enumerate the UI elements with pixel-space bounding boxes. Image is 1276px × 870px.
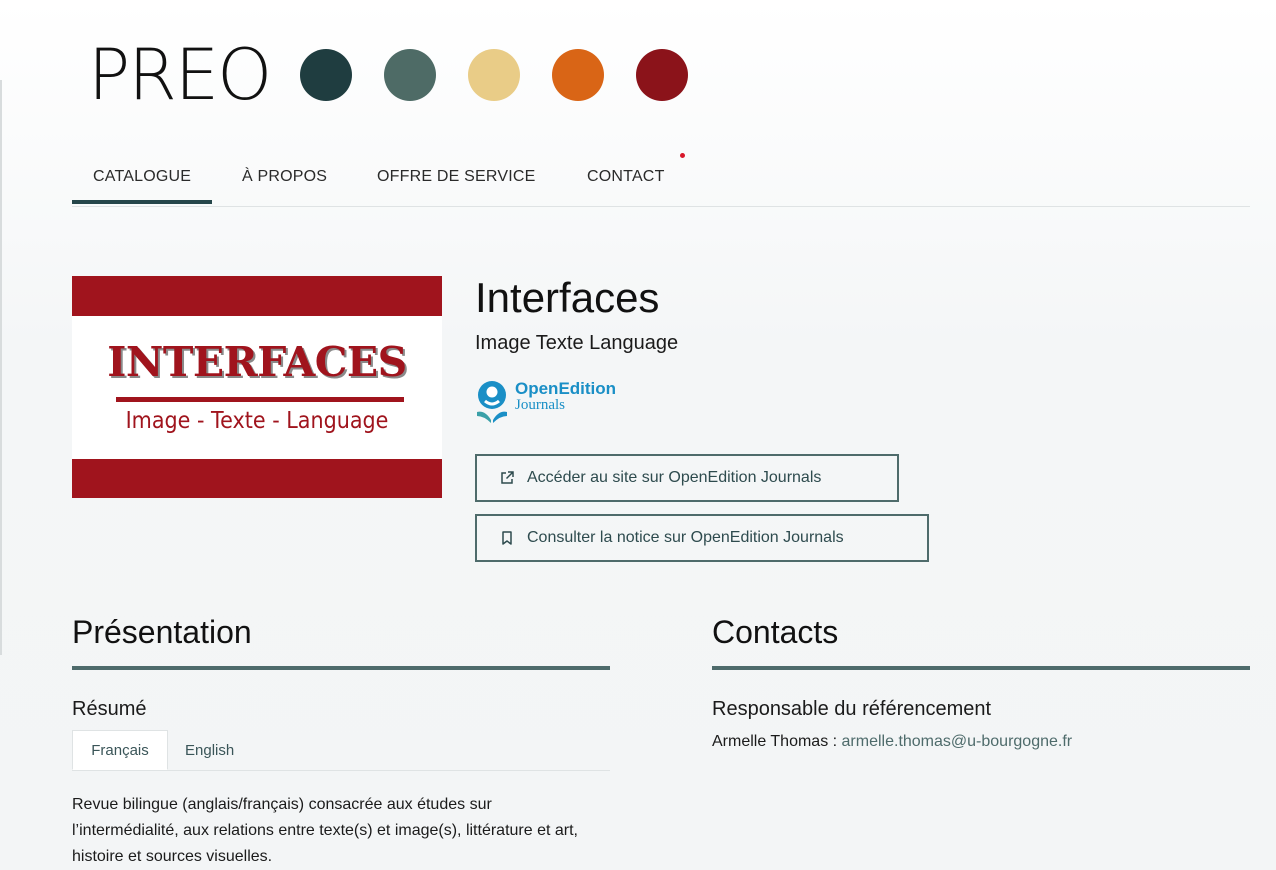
language-tabs: Français English <box>72 730 610 771</box>
site-logo[interactable]: PREO <box>88 30 689 120</box>
tab-francais[interactable]: Français <box>72 730 168 770</box>
cover-white-band: INTERFACES Image - Texte - Language <box>72 316 442 459</box>
openedition-wordmark: OpenEdition Journals <box>515 380 616 413</box>
logo-dot <box>384 49 437 101</box>
notification-dot <box>680 153 685 158</box>
tab-english[interactable]: English <box>185 730 234 770</box>
journal-subtitle: Image Texte Language <box>475 332 679 354</box>
contacts-heading: Contacts <box>712 614 839 650</box>
view-notice-button[interactable]: Consulter la notice sur OpenEdition Jour… <box>475 514 929 562</box>
journal-title: Interfaces <box>475 274 660 321</box>
view-notice-label: Consulter la notice sur OpenEdition Jour… <box>527 529 844 546</box>
contacts-rule <box>712 666 1250 670</box>
bookmark-icon <box>502 531 512 545</box>
visit-site-button[interactable]: Accéder au site sur OpenEdition Journals <box>475 454 899 502</box>
presentation-heading: Présentation <box>72 614 252 650</box>
cover-subtitle: Image - Texte - Language <box>125 408 389 434</box>
openedition-icon <box>477 381 507 423</box>
presentation-rule <box>72 666 610 670</box>
logo-dot <box>300 49 353 101</box>
abstract-text: Revue bilingue (anglais/français) consac… <box>72 796 578 865</box>
left-edge-rule <box>0 80 2 655</box>
contact-line: Armelle Thomas : armelle.thomas@u-bourgo… <box>712 733 1072 751</box>
nav-item-a-propos[interactable]: À PROPOS <box>242 168 327 186</box>
nav-item-catalogue[interactable]: CATALOGUE <box>71 168 213 204</box>
logo-dot <box>468 49 521 101</box>
contact-name: Armelle Thomas : <box>712 733 838 750</box>
cover-divider <box>116 397 404 402</box>
journal-cover-image: INTERFACES Image - Texte - Language <box>72 276 442 498</box>
nav-item-contact[interactable]: CONTACT <box>587 168 665 186</box>
logo-dots <box>300 49 689 101</box>
contact-role: Responsable du référencement <box>712 698 992 720</box>
external-link-icon <box>501 471 514 484</box>
cover-title: INTERFACES <box>107 338 407 386</box>
nav-item-offre-de-service[interactable]: OFFRE DE SERVICE <box>377 168 536 186</box>
logo-wordmark: PREO <box>88 34 272 116</box>
openedition-journals-logo: OpenEdition Journals <box>475 380 616 426</box>
main-nav: CATALOGUE À PROPOS OFFRE DE SERVICE CONT… <box>71 150 1250 207</box>
contact-email-link[interactable]: armelle.thomas@u-bourgogne.fr <box>842 733 1073 750</box>
logo-dot <box>636 49 689 101</box>
visit-site-label: Accéder au site sur OpenEdition Journals <box>527 469 822 486</box>
resume-label: Résumé <box>72 698 147 720</box>
openedition-sub: Journals <box>515 397 565 413</box>
openedition-name: OpenEdition <box>515 379 617 398</box>
logo-dot <box>552 49 605 101</box>
